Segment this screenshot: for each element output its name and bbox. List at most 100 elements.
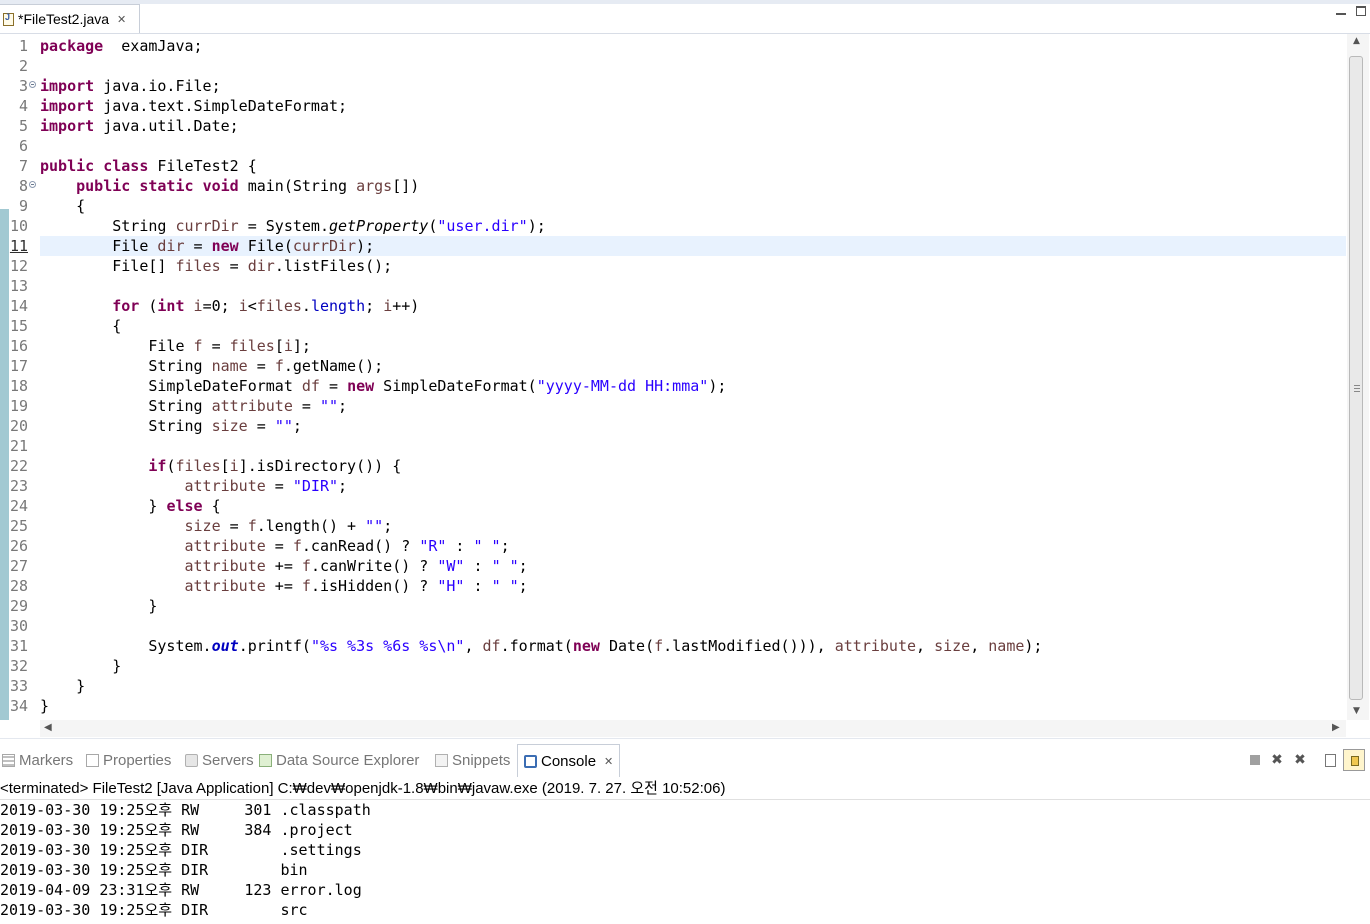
code-line[interactable]: 1 package examJava; (0, 36, 1346, 56)
line-number: 34 (9, 697, 28, 715)
code-line[interactable]: 10 String currDir = System.getProperty("… (0, 216, 1346, 236)
code-token: files (229, 337, 275, 355)
console-output-line: 2019-04-09 23:31오후 RW 123 error.log (0, 881, 362, 899)
code-token: f (247, 517, 257, 535)
code-token: for (112, 297, 140, 315)
code-token: += (265, 577, 302, 595)
code-token: System. (40, 637, 212, 655)
scroll-left-icon[interactable]: ◀ (44, 722, 52, 733)
line-number: 22 (9, 457, 28, 475)
code-line[interactable]: 20 String size = ""; (0, 416, 1346, 436)
code-line[interactable]: 4 import java.text.SimpleDateFormat; (0, 96, 1346, 116)
code-line[interactable]: 21 (0, 436, 1346, 456)
code-token: currDir (292, 237, 357, 255)
code-line[interactable]: 9 { (0, 196, 1346, 216)
code-line[interactable]: 32 } (0, 656, 1346, 676)
code-line[interactable]: 7 public class FileTest2 { (0, 156, 1346, 176)
code-line[interactable]: 8 public static void main(String args[]) (0, 176, 1346, 196)
code-line[interactable]: 24 } else { (0, 496, 1346, 516)
code-token: public (76, 177, 131, 195)
editor-tab-filetest2[interactable]: *FileTest2.java ✕ (0, 4, 140, 33)
code-token: examJava; (103, 37, 203, 55)
remove-all-terminated-button[interactable]: ✖ (1293, 753, 1307, 767)
remove-launch-button[interactable]: ✖ (1270, 753, 1284, 767)
code-line[interactable]: 6 (0, 136, 1346, 156)
code-line[interactable]: 22 if(files[i].isDirectory()) { (0, 456, 1346, 476)
code-line[interactable]: 3 import java.io.File; (0, 76, 1346, 96)
fold-toggle-icon[interactable] (29, 181, 36, 188)
line-number: 5 (18, 117, 28, 135)
tab-snippets[interactable]: Snippets (435, 744, 510, 777)
code-token: f (193, 337, 203, 355)
code-line[interactable]: 26 attribute = f.canRead() ? "R" : " "; (0, 536, 1346, 556)
code-token: .canRead() ? (301, 537, 420, 555)
code-line[interactable]: 16 File f = files[i]; (0, 336, 1346, 356)
scrollbar-thumb[interactable] (1349, 56, 1363, 700)
terminate-button[interactable] (1248, 753, 1262, 767)
code-line[interactable]: 14 for (int i=0; i<files.length; i++) (0, 296, 1346, 316)
code-token: public (40, 157, 95, 175)
code-line[interactable]: 23 attribute = "DIR"; (0, 476, 1346, 496)
code-token: ; (292, 417, 302, 435)
editor-horizontal-scrollbar[interactable]: ◀ ▶ (40, 720, 1346, 737)
code-token: files (256, 297, 302, 315)
code-token: .getName(); (283, 357, 384, 375)
code-line[interactable]: 2 (0, 56, 1346, 76)
scroll-lock-button[interactable] (1343, 749, 1365, 771)
fold-toggle-icon[interactable] (29, 81, 36, 88)
code-line[interactable]: 15 { (0, 316, 1346, 336)
minimize-button[interactable] (1336, 6, 1346, 16)
code-token: "H" (437, 577, 465, 595)
code-token: int (157, 297, 185, 315)
console-description: <terminated> FileTest2 [Java Application… (0, 778, 1370, 800)
code-token: "user.dir" (437, 217, 528, 235)
code-line[interactable]: 29 } (0, 596, 1346, 616)
close-icon[interactable]: ✕ (117, 13, 126, 26)
code-line[interactable]: 27 attribute += f.canWrite() ? "W" : " "… (0, 556, 1346, 576)
code-line[interactable]: 18 SimpleDateFormat df = new SimpleDateF… (0, 376, 1346, 396)
code-line[interactable]: 28 attribute += f.isHidden() ? "H" : " "… (0, 576, 1346, 596)
code-token: f (292, 537, 302, 555)
editor-vertical-scrollbar[interactable]: ▲ ▼ (1347, 34, 1369, 720)
code-editor[interactable]: 1 package examJava; 2 3 import java.io.File;… (0, 34, 1346, 720)
code-line[interactable]: 31 System.out.printf("%s %3s %6s %s\n", … (0, 636, 1346, 656)
code-token: length (310, 297, 366, 315)
clear-console-button[interactable] (1323, 753, 1337, 767)
code-line[interactable]: 5 import java.util.Date; (0, 116, 1346, 136)
tab-console[interactable]: Console ✕ (517, 744, 621, 777)
code-line[interactable]: 33 } (0, 676, 1346, 696)
scroll-right-icon[interactable]: ▶ (1332, 722, 1340, 733)
tab-servers[interactable]: Servers (185, 744, 254, 777)
console-output-line: 2019-03-30 19:25오후 DIR .settings (0, 841, 362, 859)
code-text: File[] files = dir.listFiles(); (40, 256, 392, 276)
code-text: import java.text.SimpleDateFormat; (40, 96, 347, 116)
code-text: attribute += f.isHidden() ? "H" : " "; (40, 576, 528, 596)
code-token: "%s %3s %6s %s\n" (310, 637, 465, 655)
code-line[interactable]: 19 String attribute = ""; (0, 396, 1346, 416)
code-line[interactable]: 13 (0, 276, 1346, 296)
scroll-down-icon[interactable]: ▼ (1353, 706, 1360, 716)
tab-data-source-explorer[interactable]: Data Source Explorer (259, 744, 419, 777)
maximize-button[interactable] (1356, 6, 1366, 16)
code-token: = (202, 337, 230, 355)
code-token: SimpleDateFormat( (374, 377, 537, 395)
scroll-up-icon[interactable]: ▲ (1353, 36, 1360, 46)
code-token: Date( (599, 637, 655, 655)
code-token: ; (518, 577, 528, 595)
close-icon[interactable]: ✕ (604, 755, 613, 768)
code-line[interactable]: 11 File dir = new File(currDir); (0, 236, 1346, 256)
console-output-line: 2019-03-30 19:25오후 RW 384 .project (0, 821, 353, 839)
code-line[interactable]: 17 String name = f.getName(); (0, 356, 1346, 376)
code-line[interactable]: 12 File[] files = dir.listFiles(); (0, 256, 1346, 276)
code-line[interactable]: 30 (0, 616, 1346, 636)
code-line[interactable]: 25 size = f.length() + ""; (0, 516, 1346, 536)
tab-markers[interactable]: Markers (2, 744, 73, 777)
console-output[interactable]: 2019-03-30 19:25오후 RW 301 .classpath 2019… (0, 800, 1370, 924)
code-line[interactable]: 34} (0, 696, 1346, 716)
tab-properties[interactable]: Properties (86, 744, 171, 777)
